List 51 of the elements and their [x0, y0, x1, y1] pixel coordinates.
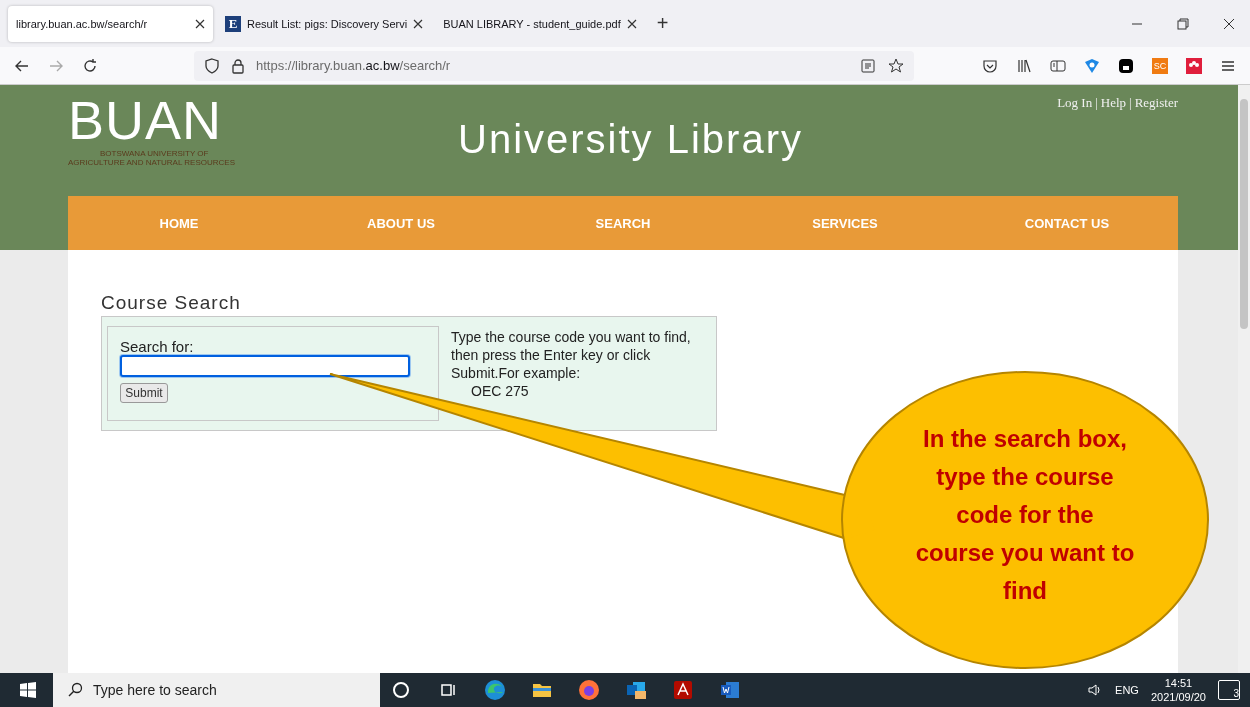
outlook-icon[interactable] — [625, 679, 647, 701]
callout-text: In the search box, type the course code for the course you want to find — [915, 424, 1135, 606]
notification-badge[interactable]: 3 — [1218, 680, 1240, 700]
site-title: University Library — [458, 117, 803, 162]
url-text: https://library.buan.ac.bw/search/r — [256, 58, 451, 73]
taskbar-search-field[interactable]: Type here to search — [53, 673, 380, 707]
logo-tagline: BOTSWANA UNIVERSITY OF — [99, 149, 210, 158]
example-code: OEC 275 — [471, 383, 530, 399]
search-icon — [67, 682, 83, 698]
edge-icon[interactable] — [484, 679, 506, 701]
close-tab-icon[interactable] — [195, 18, 205, 29]
close-tab-icon[interactable] — [626, 18, 637, 29]
reader-view-icon[interactable] — [860, 57, 876, 74]
pdf-reader-icon[interactable] — [672, 679, 694, 701]
new-tab-button[interactable]: + — [648, 12, 677, 35]
separator: | — [1129, 95, 1132, 111]
account-link[interactable]: Help — [1100, 95, 1127, 111]
browser-tab[interactable]: E Result List: pigs: Discovery Servi — [217, 5, 432, 42]
account-link[interactable]: Register — [1134, 95, 1178, 111]
shield-icon[interactable] — [204, 57, 220, 74]
padlock-extension-icon[interactable] — [1118, 57, 1134, 74]
firefox-icon[interactable] — [578, 679, 600, 701]
word-icon[interactable] — [719, 679, 741, 701]
pocket-icon[interactable] — [982, 57, 998, 74]
help-text: Type the course code you want to find, then press the Enter key or click Submit.For example: — [451, 328, 692, 382]
logo-tagline: AGRICULTURE AND NATURAL RESOURCES — [68, 158, 236, 167]
logo-text: BUAN — [68, 91, 224, 149]
cortana-icon[interactable] — [390, 679, 412, 701]
library-icon[interactable] — [1016, 57, 1032, 74]
search-field[interactable] — [120, 355, 410, 377]
start-icon[interactable] — [20, 682, 36, 698]
separator: | — [1095, 95, 1098, 111]
close-tab-icon[interactable] — [413, 18, 424, 29]
restore-icon[interactable] — [1176, 16, 1190, 31]
language-indicator[interactable]: ENG — [1115, 684, 1139, 696]
sidebar-icon[interactable] — [1050, 57, 1066, 74]
browser-tab[interactable]: BUAN LIBRARY - student_guide.pdf — [435, 5, 645, 42]
submit-button[interactable]: Submit — [120, 383, 168, 403]
account-link[interactable]: Log In — [1057, 95, 1093, 111]
lock-icon[interactable] — [230, 57, 246, 74]
browser-tab[interactable]: library.buan.ac.bw/search/r — [8, 5, 213, 42]
reload-icon[interactable] — [82, 57, 98, 74]
clock[interactable]: 14:51 2021/09/20 — [1150, 676, 1206, 704]
field-label: Search for: — [120, 338, 195, 355]
shield-extension-icon[interactable] — [1084, 57, 1100, 74]
extension-people-icon[interactable] — [1186, 57, 1202, 74]
address-bar[interactable]: https://library.buan.ac.bw/search/r — [194, 50, 914, 81]
bookmark-star-icon[interactable] — [888, 57, 904, 74]
section-heading: Course Search — [101, 292, 242, 314]
close-icon[interactable] — [1222, 16, 1236, 31]
favicon-icon: E — [225, 15, 241, 32]
